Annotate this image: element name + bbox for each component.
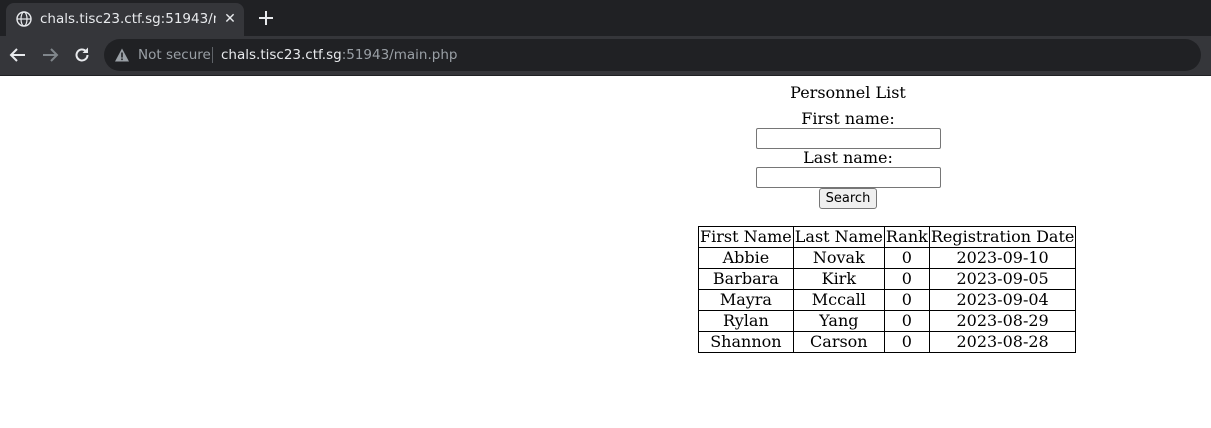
cell-rank: 0 — [883, 289, 930, 311]
url-path: :51943/main.php — [341, 47, 458, 63]
table-row: Rylan Yang 0 2023-08-29 — [698, 310, 1077, 332]
cell-first-name: Shannon — [698, 331, 794, 353]
page-title: Personnel List — [790, 83, 906, 102]
search-button[interactable]: Search — [819, 188, 877, 209]
table-row: Shannon Carson 0 2023-08-28 — [698, 331, 1077, 353]
cell-registration-date: 2023-08-28 — [928, 331, 1077, 353]
table-row: Abbie Novak 0 2023-09-10 — [698, 247, 1077, 269]
cell-last-name: Yang — [792, 310, 885, 332]
last-name-label: Last name: — [803, 148, 893, 167]
close-icon[interactable]: ✕ — [221, 10, 239, 28]
back-arrow-icon[interactable] — [8, 45, 28, 65]
cell-last-name: Carson — [792, 331, 885, 353]
personnel-table: First Name Last Name Rank Registration D… — [698, 226, 1077, 353]
plus-icon[interactable] — [256, 8, 276, 28]
cell-first-name: Rylan — [698, 310, 794, 332]
globe-icon — [16, 11, 32, 27]
cell-last-name: Novak — [792, 247, 885, 269]
table-row: Mayra Mccall 0 2023-09-04 — [698, 289, 1077, 311]
first-name-input[interactable] — [756, 128, 941, 149]
forward-arrow-icon[interactable] — [40, 45, 60, 65]
url-text[interactable]: chals.tisc23.ctf.sg:51943/main.php — [221, 46, 457, 64]
url-host: chals.tisc23.ctf.sg — [221, 47, 342, 63]
column-header: Registration Date — [928, 226, 1077, 248]
cell-rank: 0 — [883, 268, 930, 290]
last-name-input[interactable] — [756, 167, 941, 188]
cell-registration-date: 2023-09-05 — [928, 268, 1077, 290]
browser-toolbar: Not secure chals.tisc23.ctf.sg:51943/mai… — [0, 36, 1211, 76]
cell-registration-date: 2023-09-04 — [928, 289, 1077, 311]
security-label[interactable]: Not secure — [138, 46, 211, 64]
browser-tab[interactable]: chals.tisc23.ctf.sg:51943/main.php ✕ — [6, 3, 244, 36]
cell-rank: 0 — [883, 247, 930, 269]
column-header: Rank — [883, 226, 930, 248]
separator — [212, 47, 213, 63]
cell-first-name: Mayra — [698, 289, 794, 311]
cell-rank: 0 — [883, 310, 930, 332]
cell-rank: 0 — [883, 331, 930, 353]
first-name-label: First name: — [801, 109, 895, 128]
tab-strip: chals.tisc23.ctf.sg:51943/main.php ✕ — [0, 0, 1211, 36]
cell-registration-date: 2023-09-10 — [928, 247, 1077, 269]
warning-triangle-icon — [115, 48, 129, 62]
cell-last-name: Mccall — [792, 289, 885, 311]
address-bar[interactable]: Not secure chals.tisc23.ctf.sg:51943/mai… — [104, 39, 1201, 71]
page-content: Personnel List First name: Last name: Se… — [0, 76, 1211, 428]
column-header: Last Name — [792, 226, 885, 248]
tab-title: chals.tisc23.ctf.sg:51943/main.php — [40, 11, 216, 27]
cell-registration-date: 2023-08-29 — [928, 310, 1077, 332]
column-header: First Name — [698, 226, 794, 248]
cell-first-name: Barbara — [698, 268, 794, 290]
table-header-row: First Name Last Name Rank Registration D… — [698, 226, 1077, 248]
reload-icon[interactable] — [72, 45, 92, 65]
cell-first-name: Abbie — [698, 247, 794, 269]
table-row: Barbara Kirk 0 2023-09-05 — [698, 268, 1077, 290]
cell-last-name: Kirk — [792, 268, 885, 290]
